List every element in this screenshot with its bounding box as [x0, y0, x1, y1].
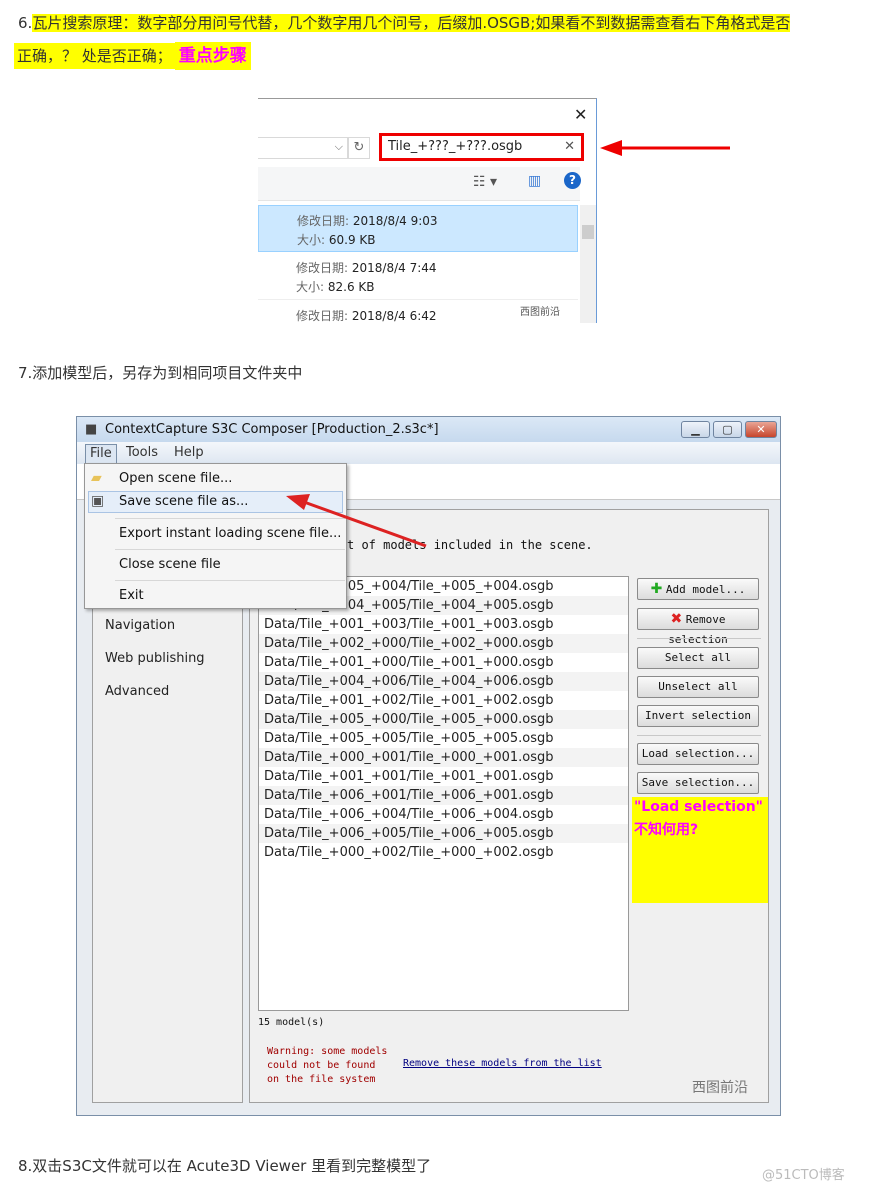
model-list-item[interactable]: Data/Tile_+005_+005/Tile_+005_+005.osgb — [259, 729, 628, 748]
model-list-item[interactable]: Data/Tile_+002_+000/Tile_+002_+000.osgb — [259, 634, 628, 653]
watermark: 西图前沿 — [520, 307, 560, 318]
maximize-button[interactable]: ▢ — [713, 421, 742, 438]
sidebar-item-advanced[interactable]: Advanced — [105, 684, 169, 699]
select-all-button[interactable]: Select all — [637, 647, 759, 669]
save-selection-button[interactable]: Save selection... — [637, 772, 759, 794]
explorer-screenshot: ✕ ⌵ ↻ Tile_+???_+???.osgb ✕ ☷ ▾ ▥ ? 修改日期:… — [258, 98, 597, 323]
menu-item-close-scene[interactable]: Close scene file — [119, 557, 221, 572]
load-selection-button[interactable]: Load selection... — [637, 743, 759, 765]
remove-missing-models-link[interactable]: Remove these models from the list — [403, 1058, 602, 1069]
step7-text: 7.添加模型后，另存为到相同项目文件夹中 — [18, 364, 303, 382]
menu-item-exit[interactable]: Exit — [119, 588, 144, 603]
model-list-item[interactable]: Data/Tile_+006_+004/Tile_+006_+004.osgb — [259, 805, 628, 824]
model-list-item[interactable]: Data/Tile_+001_+000/Tile_+001_+000.osgb — [259, 653, 628, 672]
red-arrow-annotation — [286, 494, 427, 548]
add-model-button[interactable]: ✚ Add model... — [637, 578, 759, 600]
file-row[interactable]: 修改日期: 2018/8/4 7:44 大小: 82.6 KB — [258, 253, 578, 300]
highlighted-text: 正确，？ 处是否正确； — [14, 43, 175, 69]
title-bar: ■ ContextCapture S3C Composer [Production… — [77, 417, 780, 442]
menu-item-open-scene[interactable]: Open scene file... — [119, 471, 232, 486]
sidebar-item-web-publishing[interactable]: Web publishing — [105, 651, 205, 666]
menu-help[interactable]: Help — [170, 444, 208, 462]
close-icon[interactable]: ✕ — [574, 105, 587, 124]
remove-selection-button[interactable]: ✖ Remove selection — [637, 608, 759, 646]
menu-bar: File Tools Help — [77, 442, 780, 464]
warning-text: Warning: some models could not be found on… — [267, 1046, 388, 1085]
folder-icon: ▰ — [91, 470, 102, 486]
watermark: 西图前沿 — [692, 1080, 748, 1096]
search-input[interactable]: Tile_+???_+???.osgb ✕ — [379, 133, 584, 161]
help-icon[interactable]: ? — [564, 172, 581, 189]
menu-item-save-scene-as[interactable]: Save scene file as... — [119, 494, 248, 509]
note-line: 不知何用? — [634, 822, 699, 838]
step6-line2: 正确，？ 处是否正确； 重点步骤 — [14, 41, 251, 70]
step6-line1: 6.瓦片搜索原理：数字部分用问号代替，几个数字用几个问号，后缀加.OSGB;如果… — [18, 12, 791, 33]
menu-file[interactable]: File — [85, 444, 117, 464]
sidebar-item-navigation[interactable]: Navigation — [105, 618, 175, 633]
model-list-item[interactable]: Data/Tile_+006_+001/Tile_+006_+001.osgb — [259, 786, 628, 805]
model-list-item[interactable]: Data/Tile_+001_+003/Tile_+001_+003.osgb — [259, 615, 628, 634]
minimize-button[interactable]: ▁ — [681, 421, 710, 438]
window-title: ContextCapture S3C Composer [Production_… — [105, 422, 439, 437]
remove-icon: ✖ — [670, 611, 683, 627]
view-options-icon[interactable]: ☷ ▾ — [473, 174, 497, 190]
model-list-item[interactable]: Data/Tile_+005_+000/Tile_+005_+000.osgb — [259, 710, 628, 729]
explorer-toolbar: ☷ ▾ ▥ ? — [258, 167, 581, 201]
file-row[interactable]: 修改日期: 2018/8/4 9:03 大小: 60.9 KB — [258, 205, 578, 252]
step-number: 6. — [18, 14, 33, 32]
model-list-item[interactable]: Data/Tile_+001_+002/Tile_+001_+002.osgb — [259, 691, 628, 710]
invert-selection-button[interactable]: Invert selection — [637, 705, 759, 727]
model-count: 15 model(s) — [258, 1017, 325, 1028]
key-step-label: 重点步骤 — [174, 42, 251, 70]
note-line: "Load selection" — [634, 799, 763, 815]
preview-pane-icon[interactable]: ▥ — [528, 173, 541, 189]
model-list-item[interactable]: Data/Tile_+006_+005/Tile_+006_+005.osgb — [259, 824, 628, 843]
model-list-item[interactable]: Data/Tile_+000_+002/Tile_+000_+002.osgb — [259, 843, 628, 862]
save-icon: ▣ — [91, 493, 105, 509]
note-annotation: "Load selection" 不知何用? — [632, 797, 768, 903]
highlighted-text: 瓦片搜索原理：数字部分用问号代替，几个数字用几个问号，后缀加.OSGB;如果看不… — [32, 14, 791, 32]
close-button[interactable]: ✕ — [745, 421, 777, 438]
step8-text: 8.双击S3C文件就可以在 Acute3D Viewer 里看到完整模型了 — [18, 1157, 432, 1175]
model-list[interactable]: Data/Tile_+005_+004/Tile_+005_+004.osgb D… — [258, 576, 629, 1011]
app-icon: ■ — [85, 422, 98, 437]
menu-tools[interactable]: Tools — [122, 444, 162, 462]
red-arrow-annotation — [600, 140, 730, 156]
refresh-icon[interactable]: ↻ — [348, 137, 370, 159]
site-watermark: @51CTO博客 — [762, 1168, 845, 1183]
clear-icon[interactable]: ✕ — [564, 136, 575, 158]
divider — [637, 735, 761, 736]
scrollbar[interactable] — [580, 205, 596, 323]
chevron-down-icon[interactable]: ⌵ — [335, 140, 343, 154]
model-list-item[interactable]: Data/Tile_+001_+001/Tile_+001_+001.osgb — [259, 767, 628, 786]
unselect-all-button[interactable]: Unselect all — [637, 676, 759, 698]
model-list-item[interactable]: Data/Tile_+004_+006/Tile_+004_+006.osgb — [259, 672, 628, 691]
address-bar[interactable]: ⌵ — [258, 137, 348, 159]
divider — [637, 638, 761, 639]
plus-icon: ✚ — [650, 581, 663, 597]
model-list-item[interactable]: Data/Tile_+000_+001/Tile_+000_+001.osgb — [259, 748, 628, 767]
search-value: Tile_+???_+???.osgb — [388, 139, 523, 154]
